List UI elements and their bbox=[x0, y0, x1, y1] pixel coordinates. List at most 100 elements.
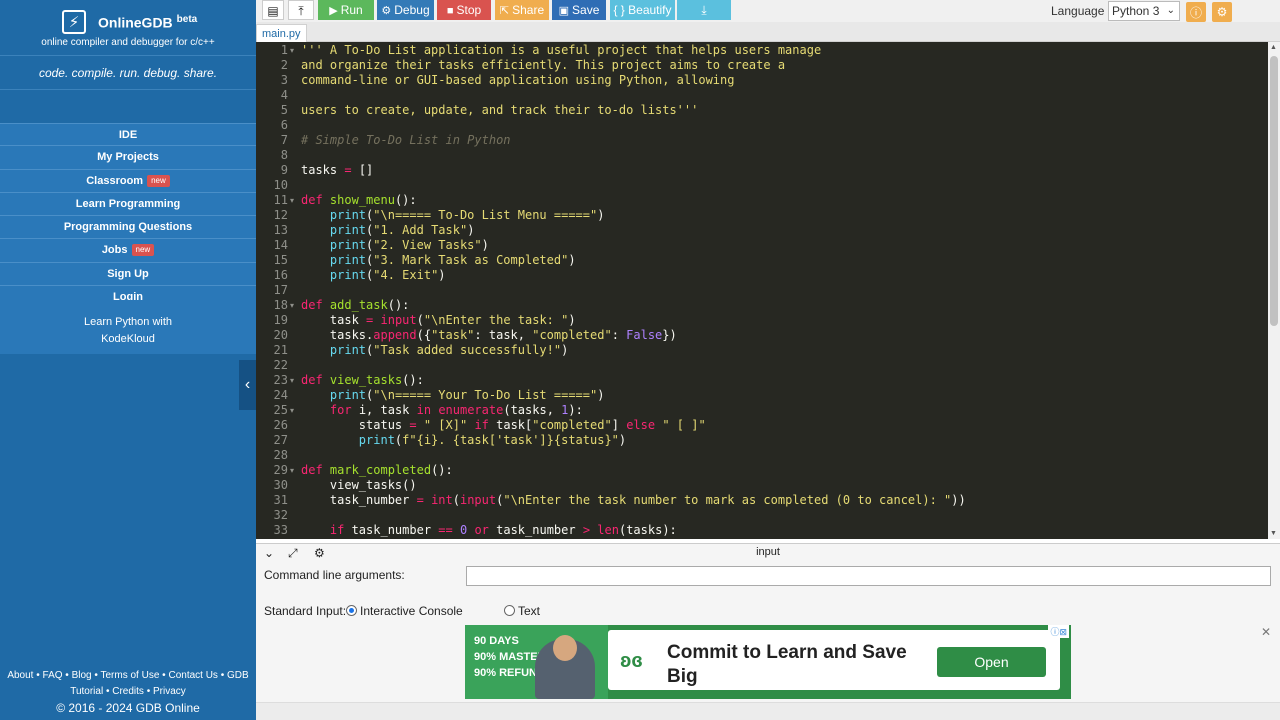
code-editor[interactable]: 1 ▾ 2 3 4 5 6 7 8 9 10 11 ▾ 12 13 14 15 16 17 18 ▾ 19 20 21 22 23… bbox=[256, 42, 1268, 539]
code-line[interactable]: view_tasks() bbox=[301, 478, 417, 493]
code-line[interactable]: print(f"{i}. {task['task']}{status}") bbox=[301, 433, 626, 448]
code-line[interactable]: tasks.append({"task": task, "completed":… bbox=[301, 328, 677, 343]
run-button[interactable]: ▶ Run bbox=[318, 0, 374, 20]
code-line[interactable]: task = input("\nEnter the task: ") bbox=[301, 313, 576, 328]
radio-text[interactable]: Text bbox=[504, 604, 540, 618]
code-line[interactable]: command-line or GUI-based application us… bbox=[301, 73, 734, 88]
fold-arrow-icon[interactable]: ▾ bbox=[290, 43, 294, 58]
footer-link-privacy[interactable]: Privacy bbox=[153, 686, 186, 697]
tab-main-py[interactable]: main.py bbox=[256, 24, 307, 42]
command-line-arguments-input[interactable] bbox=[466, 566, 1271, 586]
nav-classroom[interactable]: Classroom new bbox=[0, 169, 256, 193]
line-number: 30 bbox=[273, 478, 288, 492]
code-line[interactable]: and organize their tasks efficiently. Th… bbox=[301, 58, 785, 73]
radio-interactive-console[interactable]: Interactive Console bbox=[346, 604, 463, 618]
lightning-logo-icon: ⚡ bbox=[62, 10, 86, 34]
scrollbar-thumb[interactable] bbox=[1270, 56, 1278, 326]
nav-label: Jobs bbox=[101, 244, 128, 257]
code-line[interactable]: def view_tasks(): bbox=[301, 373, 424, 388]
ad-person-head bbox=[553, 635, 577, 661]
scroll-down-icon[interactable]: ▼ bbox=[1270, 530, 1277, 537]
upload-icon[interactable]: ⤒ bbox=[288, 0, 314, 20]
beautify-button[interactable]: { } Beautify bbox=[610, 0, 675, 20]
code-line[interactable]: if task_number == 0 or task_number > len… bbox=[301, 523, 677, 538]
ad-banner[interactable]: 90 DAYS 90% MASTERY 90% REFUND! ʚɞ Commi… bbox=[465, 625, 1071, 699]
line-number: 4 bbox=[280, 88, 288, 102]
gear-icon[interactable]: ⚙ bbox=[1212, 2, 1232, 22]
stop-button[interactable]: ■ Stop bbox=[437, 0, 491, 20]
save-button[interactable]: ▣ Save bbox=[552, 0, 606, 20]
footer-link-contact[interactable]: Contact Us bbox=[168, 670, 217, 681]
stdin-label: Standard Input: bbox=[264, 604, 347, 618]
share-label: Share bbox=[512, 3, 545, 17]
file-tab-bar: main.py bbox=[256, 22, 1280, 42]
nav-jobs[interactable]: Jobs new bbox=[0, 239, 256, 263]
sidebar: ⚡ OnlineGDB beta online compiler and debu… bbox=[0, 0, 256, 720]
code-line[interactable]: print("1. Add Task") bbox=[301, 223, 475, 238]
brand-subtitle: online compiler and debugger for c/c++ bbox=[41, 37, 215, 48]
code-line[interactable]: print("Task added successfully!") bbox=[301, 343, 568, 358]
ad-card[interactable]: ʚɞ Commit to Learn and Save Big Open bbox=[608, 630, 1060, 690]
code-line[interactable]: def mark_completed(): bbox=[301, 463, 453, 478]
code-line[interactable]: print("3. Mark Task as Completed") bbox=[301, 253, 576, 268]
code-line[interactable]: users to create, update, and track their… bbox=[301, 103, 698, 118]
code-line[interactable]: def show_menu(): bbox=[301, 193, 417, 208]
line-number: 14 bbox=[273, 238, 288, 252]
editor-scrollbar[interactable]: ▲ ▼ bbox=[1268, 42, 1280, 539]
line-number: 7 bbox=[280, 133, 288, 147]
code-line[interactable]: tasks = [] bbox=[301, 163, 373, 178]
line-number: 11 bbox=[273, 193, 288, 207]
nav-sign-up[interactable]: Sign Up bbox=[0, 262, 256, 287]
fold-arrow-icon[interactable]: ▾ bbox=[290, 298, 294, 313]
footer-link-faq[interactable]: FAQ bbox=[43, 670, 63, 681]
line-number: 1 bbox=[280, 43, 288, 57]
radio-off-icon[interactable] bbox=[504, 605, 515, 616]
nav-label: Programming Questions bbox=[63, 221, 193, 234]
language-value: Python 3 bbox=[1112, 4, 1160, 18]
footer-link-about[interactable]: About bbox=[7, 670, 33, 681]
footer-link-credits[interactable]: Credits bbox=[112, 686, 144, 697]
code-line[interactable]: # Simple To-Do List in Python bbox=[301, 133, 511, 148]
ad-open-button[interactable]: Open bbox=[937, 647, 1046, 677]
stop-icon: ■ bbox=[446, 5, 454, 17]
collapse-sidebar-chevron-left-icon[interactable]: ‹ bbox=[239, 360, 256, 410]
close-icon[interactable]: ✕ bbox=[1261, 625, 1271, 639]
nav-programming-questions[interactable]: Programming Questions bbox=[0, 216, 256, 240]
new-badge: new bbox=[131, 244, 155, 257]
code-line[interactable]: print("4. Exit") bbox=[301, 268, 446, 283]
fold-arrow-icon[interactable]: ▾ bbox=[290, 403, 294, 418]
promo-banner[interactable]: Learn Python with KodeKloud bbox=[0, 300, 256, 354]
code-line[interactable]: ''' A To-Do List application is a useful… bbox=[301, 43, 821, 58]
download-icon[interactable]: ⤓ bbox=[677, 0, 731, 20]
line-number: 17 bbox=[273, 283, 288, 297]
footer-link-terms[interactable]: Terms of Use bbox=[101, 670, 160, 681]
nav-learn-programming[interactable]: Learn Programming bbox=[0, 192, 256, 217]
fold-arrow-icon[interactable]: ▾ bbox=[290, 193, 294, 208]
ad-info-close-icon[interactable]: ⓘ⊠ bbox=[1048, 625, 1069, 638]
radio-on-icon[interactable] bbox=[346, 605, 357, 616]
line-number: 25 bbox=[273, 403, 288, 417]
language-select[interactable]: Python 3 ⌄ bbox=[1108, 1, 1180, 21]
debug-button[interactable]: ⚙ Debug bbox=[377, 0, 434, 20]
nav-my-projects[interactable]: My Projects bbox=[0, 146, 256, 170]
code-line[interactable]: print("\n===== To-Do List Menu =====") bbox=[301, 208, 605, 223]
sidebar-footer: About • FAQ • Blog • Terms of Use • Cont… bbox=[0, 668, 256, 716]
nav-ide[interactable]: IDE bbox=[0, 123, 256, 147]
code-line[interactable]: task_number = int(input("\nEnter the tas… bbox=[301, 493, 966, 508]
info-icon[interactable]: ⓘ bbox=[1186, 2, 1206, 22]
save-label: Save bbox=[572, 3, 600, 17]
brand[interactable]: ⚡ OnlineGDB beta online compiler and debu… bbox=[0, 0, 256, 56]
share-button[interactable]: ⇱ Share bbox=[495, 0, 549, 20]
code-line[interactable]: def add_task(): bbox=[301, 298, 409, 313]
line-number: 9 bbox=[280, 163, 288, 177]
fold-arrow-icon[interactable]: ▾ bbox=[290, 373, 294, 388]
fold-arrow-icon[interactable]: ▾ bbox=[290, 463, 294, 478]
code-line[interactable]: for i, task in enumerate(tasks, 1): bbox=[301, 403, 583, 418]
new-file-icon[interactable]: ▤ bbox=[262, 0, 284, 20]
code-line[interactable]: print("\n===== Your To-Do List =====") bbox=[301, 388, 605, 403]
code-line[interactable]: print("2. View Tasks") bbox=[301, 238, 489, 253]
footer-link-blog[interactable]: Blog bbox=[72, 670, 92, 681]
scroll-up-icon[interactable]: ▲ bbox=[1270, 44, 1277, 51]
code-line[interactable]: status = " [X]" if task["completed"] els… bbox=[301, 418, 706, 433]
line-number: 3 bbox=[280, 73, 288, 87]
